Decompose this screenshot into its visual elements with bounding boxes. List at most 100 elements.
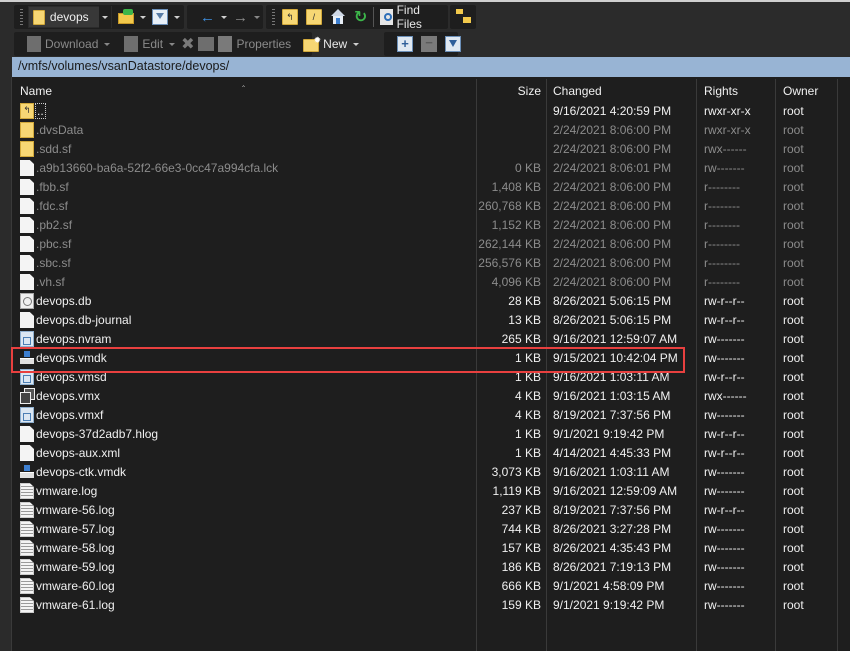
file-row[interactable]: vmware-57.log 744 KB 8/26/2021 3:27:28 PM r… — [12, 520, 850, 539]
file-row[interactable]: vmware-59.log 186 KB 8/26/2021 7:19:13 PM r… — [12, 558, 850, 577]
file-row[interactable]: .fbb.sf 1,408 KB 2/24/2021 8:06:00 PM r----… — [12, 178, 850, 197]
file-size: 256,576 KB — [478, 256, 541, 270]
file-size: 4,096 KB — [491, 275, 541, 289]
file-row[interactable]: devops-aux.xml 1 KB 4/14/2021 4:45:33 PM rw… — [12, 444, 850, 463]
column-header-changed[interactable]: Changed — [553, 77, 602, 102]
file-row[interactable]: devops.db 28 KB 8/26/2021 5:06:15 PM rw-r--… — [12, 292, 850, 311]
file-rights: r-------- — [704, 237, 740, 251]
file-name: vmware-61.log — [36, 598, 115, 612]
file-owner: root — [783, 579, 804, 593]
new-dropdown[interactable] — [353, 42, 360, 46]
file-changed: 9/1/2021 9:19:42 PM — [553, 598, 665, 612]
forward-dropdown[interactable] — [254, 15, 260, 19]
selection-toolbar: + − — [384, 32, 461, 56]
file-row[interactable]: vmware.log 1,119 KB 9/16/2021 12:59:09 AM r… — [12, 482, 850, 501]
open-directory-dropdown[interactable] — [140, 15, 146, 19]
file-rights: rw-r--r-- — [704, 503, 745, 517]
file-owner: root — [783, 522, 804, 536]
select-files-button[interactable]: + — [395, 33, 415, 55]
parent-directory-button[interactable]: ↰ — [280, 6, 300, 28]
column-header-name[interactable]: Name — [20, 77, 52, 102]
file-rights: rwxr-xr-x — [704, 104, 751, 118]
toolbar-grip[interactable] — [20, 9, 23, 25]
log-file-icon — [20, 578, 34, 594]
file-row[interactable]: devops-37d2adb7.hlog 1 KB 9/1/2021 9:19:42… — [12, 425, 850, 444]
file-row[interactable]: .fdc.sf 260,768 KB 2/24/2021 8:06:00 PM r--… — [12, 197, 850, 216]
file-size: 1 KB — [514, 446, 541, 460]
edit-dropdown[interactable] — [169, 42, 176, 46]
delete-button[interactable]: ✖ — [179, 33, 196, 55]
file-row[interactable]: .sdd.sf 2/24/2021 8:06:00 PM rwx------ root — [12, 140, 850, 159]
file-size: 1,152 KB — [491, 218, 541, 232]
download-button[interactable]: Download — [25, 33, 100, 55]
file-row[interactable]: vmware-56.log 237 KB 8/19/2021 7:37:56 PM r… — [12, 501, 850, 520]
file-rights: rw------- — [704, 351, 745, 365]
properties-button[interactable]: Properties — [216, 33, 293, 55]
file-row[interactable]: .sbc.sf 256,576 KB 2/24/2021 8:06:00 PM r--… — [12, 254, 850, 273]
column-header-rights[interactable]: Rights — [704, 77, 738, 102]
file-row[interactable]: vmware-61.log 159 KB 9/1/2021 9:19:42 PM rw… — [12, 596, 850, 615]
file-rights: rw-r--r-- — [704, 370, 745, 384]
file-owner: root — [783, 446, 804, 460]
download-dropdown[interactable] — [104, 42, 111, 46]
rename-button[interactable] — [196, 33, 216, 55]
file-rights: rw------- — [704, 465, 745, 479]
file-row[interactable]: devops.db-journal 13 KB 8/26/2021 5:06:15 … — [12, 311, 850, 330]
file-rights: r-------- — [704, 199, 740, 213]
back-dropdown[interactable] — [221, 15, 227, 19]
drive-selector[interactable]: devops — [27, 6, 112, 28]
file-name: .pb2.sf — [36, 218, 73, 232]
download-icon — [27, 36, 41, 52]
toggle-tree-button[interactable] — [454, 6, 474, 28]
file-rights: rw-r--r-- — [704, 427, 745, 441]
file-row[interactable]: vmware-58.log 157 KB 8/26/2021 4:35:43 PM r… — [12, 539, 850, 558]
file-row[interactable]: .vh.sf 4,096 KB 2/24/2021 8:06:00 PM r-----… — [12, 273, 850, 292]
file-row[interactable]: .a9b13660-ba6a-52f2-66e3-0cc47a994cfa.lc… — [12, 159, 850, 178]
file-owner: root — [783, 332, 804, 346]
file-rights: rw-r--r-- — [704, 446, 745, 460]
file-owner: root — [783, 313, 804, 327]
file-name: devops.db-journal — [36, 313, 132, 327]
new-button[interactable]: ✹ New — [301, 33, 349, 55]
open-directory-button[interactable] — [112, 6, 136, 28]
file-icon — [20, 160, 34, 176]
file-row[interactable]: .pb2.sf 1,152 KB 2/24/2021 8:06:00 PM r----… — [12, 216, 850, 235]
file-size: 159 KB — [501, 598, 541, 612]
find-files-button[interactable]: Find Files — [378, 3, 448, 31]
forward-button[interactable]: → — [231, 6, 250, 28]
filter-button[interactable] — [150, 6, 170, 28]
file-rights: rw-r--r-- — [704, 313, 745, 327]
file-row[interactable]: .dvsData 2/24/2021 8:06:00 PM rwxr-xr-x roo… — [12, 121, 850, 140]
file-row[interactable]: .pbc.sf 262,144 KB 2/24/2021 8:06:00 PM r--… — [12, 235, 850, 254]
file-owner: root — [783, 560, 804, 574]
toolbar-grip[interactable] — [272, 9, 275, 25]
select-all-button[interactable] — [443, 33, 463, 55]
file-actions-toolbar: Download Edit ✖ Properties ✹ New — [14, 32, 360, 56]
file-row[interactable]: devops.vmx 4 KB 9/16/2021 1:03:15 AM rwx---… — [12, 387, 850, 406]
refresh-button[interactable]: ↻ — [352, 6, 369, 28]
log-file-icon — [20, 483, 34, 499]
current-path-bar[interactable]: /vmfs/volumes/vsanDatastore/devops/ — [12, 57, 850, 77]
edit-button[interactable]: Edit — [122, 33, 165, 55]
file-row[interactable]: devops.vmxf 4 KB 8/19/2021 7:37:56 PM rw---… — [12, 406, 850, 425]
file-name: .sbc.sf — [36, 256, 71, 270]
column-header-size[interactable]: Size — [518, 77, 541, 102]
file-owner: root — [783, 237, 804, 251]
root-directory-button[interactable]: / — [304, 6, 324, 28]
file-owner: root — [783, 465, 804, 479]
file-row[interactable]: vmware-60.log 666 KB 9/1/2021 4:58:09 PM rw… — [12, 577, 850, 596]
file-row[interactable]: devops-ctk.vmdk 3,073 KB 9/16/2021 1:03:11… — [12, 463, 850, 482]
file-owner: root — [783, 218, 804, 232]
file-row[interactable]: ↰.. 9/16/2021 4:20:59 PM rwxr-xr-x root — [12, 102, 850, 121]
home-directory-button[interactable] — [328, 6, 348, 28]
unselect-files-button[interactable]: − — [419, 33, 439, 55]
file-changed: 2/24/2021 8:06:00 PM — [553, 256, 672, 270]
filter-dropdown[interactable] — [174, 15, 180, 19]
column-header-owner[interactable]: Owner — [783, 77, 818, 102]
file-changed: 9/1/2021 4:58:09 PM — [553, 579, 665, 593]
directory-tree-icon — [456, 9, 472, 25]
file-changed: 2/24/2021 8:06:00 PM — [553, 275, 672, 289]
drive-dropdown-button[interactable] — [99, 6, 111, 28]
file-changed: 9/16/2021 12:59:09 AM — [553, 484, 678, 498]
back-button[interactable]: ← — [198, 6, 217, 28]
